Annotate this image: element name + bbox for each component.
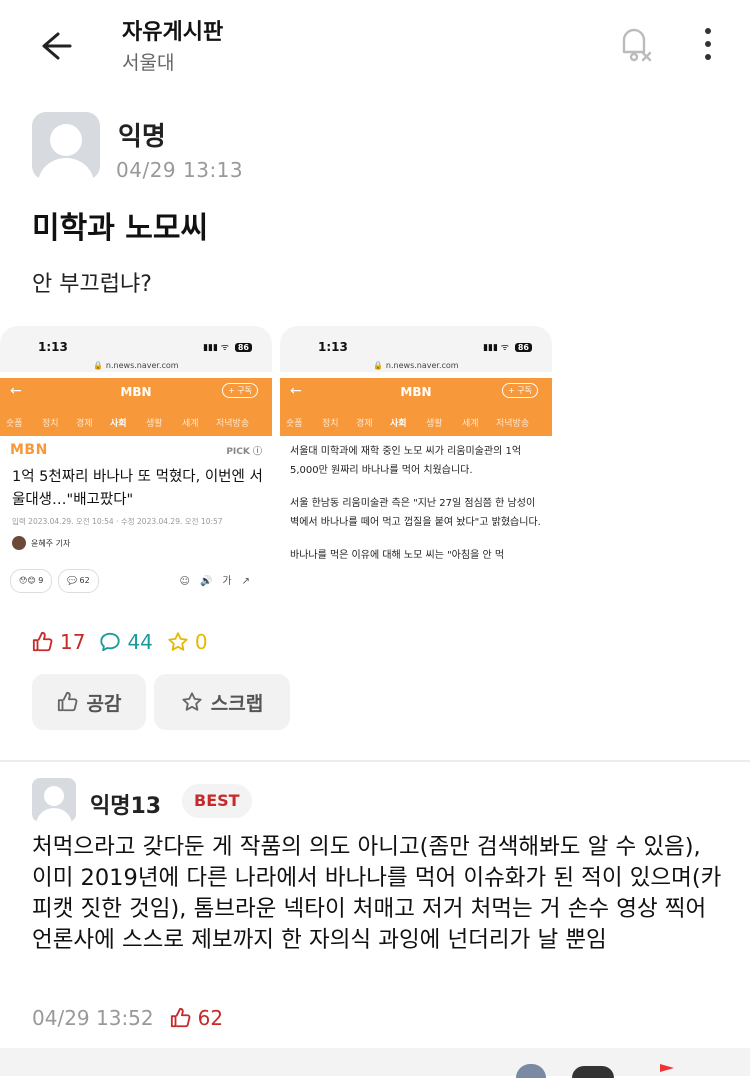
battery-icon: 86 xyxy=(514,343,532,352)
star-icon xyxy=(182,692,202,711)
speech-bubble-icon xyxy=(100,632,121,652)
article-paragraph: 바나나를 먹은 이유에 대해 노모 씨는 "아침을 안 먹 xyxy=(290,550,505,561)
news-tab: 숏폼 xyxy=(286,419,303,429)
thumbs-up-icon xyxy=(32,631,53,652)
subscribe-button: + 구독 xyxy=(502,383,538,398)
like-count-value: 17 xyxy=(60,630,86,654)
board-subtitle: 서울대 xyxy=(122,52,175,74)
subscribe-button: + 구독 xyxy=(222,383,258,398)
news-header-bar: ← MBN + 구독 숏폼 정치 경제 사회 생활 세계 저녁방송 xyxy=(280,378,552,436)
best-badge: BEST xyxy=(182,784,252,818)
news-header-bar: ← MBN + 구독 숏폼 정치 경제 사회 생활 세계 저녁방송 xyxy=(0,378,272,436)
news-tab: 세계 xyxy=(462,419,479,429)
url-text: n.news.naver.com xyxy=(105,361,179,370)
news-tab: 숏폼 xyxy=(6,419,23,429)
article-headline: 1억 5천짜리 바나나 또 먹혔다, 이번엔 서울대생…"배고팠다" xyxy=(12,469,263,508)
reaction-count: 😯😊 9 xyxy=(19,576,44,585)
battery-icon: 86 xyxy=(234,343,252,352)
article-paragraph: 서울대 미학과에 재학 중인 노모 씨가 리움미술관의 1억 5,000만 원짜… xyxy=(290,446,522,476)
scrap-button-label: 스크랩 xyxy=(210,692,264,715)
article-paragraph: 서울 한남동 리움미술관 측은 "지난 27일 점심쯤 한 남성이 벽에서 바나… xyxy=(290,498,541,528)
star-icon xyxy=(168,632,188,651)
phone-clock: 1:13 xyxy=(318,340,348,354)
comment-count-value: 44 xyxy=(127,630,153,654)
news-tab: 생활 xyxy=(426,419,443,429)
reporter-name: 윤혜주 기자 xyxy=(31,539,71,548)
news-tab-active: 사회 xyxy=(110,419,127,429)
commenter-avatar xyxy=(32,778,76,822)
scrap-count: 0 xyxy=(167,630,208,654)
news-tab: 저녁방송 xyxy=(496,419,530,429)
post-time: 04/29 13:13 xyxy=(116,158,244,182)
news-tab: 경제 xyxy=(356,419,373,429)
comment-like-count: 62 xyxy=(197,1006,224,1030)
back-arrow-icon[interactable] xyxy=(34,26,74,66)
article-comment-count: 62 xyxy=(79,576,90,585)
thumbs-up-icon xyxy=(57,691,77,712)
scrap-count-value: 0 xyxy=(194,630,208,654)
section-divider xyxy=(0,760,750,762)
like-count: 17 xyxy=(32,630,85,654)
banner-graphic xyxy=(572,1066,614,1078)
news-tab-active: 사회 xyxy=(390,419,407,429)
url-bar: 🔒 n.news.naver.com xyxy=(93,361,179,370)
like-button[interactable]: 공감 xyxy=(32,674,146,730)
author-name: 익명 xyxy=(118,122,166,152)
comment-text: 처먹으라고 갖다둔 게 작품의 의도 아니고(좀만 검색해봐도 알 수 있음),… xyxy=(32,834,722,953)
comment-like[interactable]: 62 xyxy=(170,1006,223,1030)
article-reactions: 😯😊 9 xyxy=(10,569,53,593)
news-screenshot-1[interactable]: 1:13 ▮▮▮ ᯤ 86 🔒 n.news.naver.com ← MBN +… xyxy=(0,326,272,596)
notification-off-icon[interactable] xyxy=(612,22,656,66)
news-tab: 정치 xyxy=(322,419,339,429)
signal-wifi-battery-icons: ▮▮▮ ᯤ 86 xyxy=(483,340,532,353)
commenter-name: 익명13 xyxy=(90,794,162,819)
comment-count: 44 xyxy=(99,630,153,654)
news-tab: 저녁방송 xyxy=(216,419,250,429)
phone-clock: 1:13 xyxy=(38,340,68,354)
article-meta: 입력 2023.04.29. 오전 10:54 · 수정 2023.04.29.… xyxy=(12,517,223,526)
news-tab: 정치 xyxy=(42,419,59,429)
news-tab: 생활 xyxy=(146,419,163,429)
article-comments: 💬 62 xyxy=(58,569,99,593)
more-options-icon[interactable] xyxy=(696,24,720,64)
article-tool-icons: ☺🔊가↗ xyxy=(179,576,260,587)
pick-label: PICK ⓘ xyxy=(226,447,262,457)
news-tab: 세계 xyxy=(182,419,199,429)
board-title: 자유게시판 xyxy=(122,20,224,45)
comment-time: 04/29 13:52 xyxy=(32,1006,154,1030)
news-tab: 경제 xyxy=(76,419,93,429)
press-logo: MBN xyxy=(10,442,48,458)
article-body: 서울대 미학과에 재학 중인 노모 씨가 리움미술관의 1억 5,000만 원짜… xyxy=(290,442,546,579)
comment-meta: 04/29 13:52 62 xyxy=(32,1006,223,1030)
bottom-banner[interactable] xyxy=(0,1048,750,1076)
post-body: 안 부끄럽냐? xyxy=(32,272,152,297)
scrap-button[interactable]: 스크랩 xyxy=(154,674,290,730)
reporter-avatar xyxy=(12,536,26,550)
news-screenshot-2[interactable]: 1:13 ▮▮▮ ᯤ 86 🔒 n.news.naver.com ← MBN +… xyxy=(280,326,552,596)
like-button-label: 공감 xyxy=(86,692,122,715)
post-stats: 17 44 0 xyxy=(32,630,222,654)
thumbs-up-icon xyxy=(170,1007,191,1028)
signal-wifi-battery-icons: ▮▮▮ ᯤ 86 xyxy=(203,340,252,353)
url-bar: 🔒 n.news.naver.com xyxy=(373,361,459,370)
author-avatar xyxy=(32,112,100,180)
url-text: n.news.naver.com xyxy=(385,361,459,370)
post-title: 미학과 노모씨 xyxy=(32,211,209,246)
